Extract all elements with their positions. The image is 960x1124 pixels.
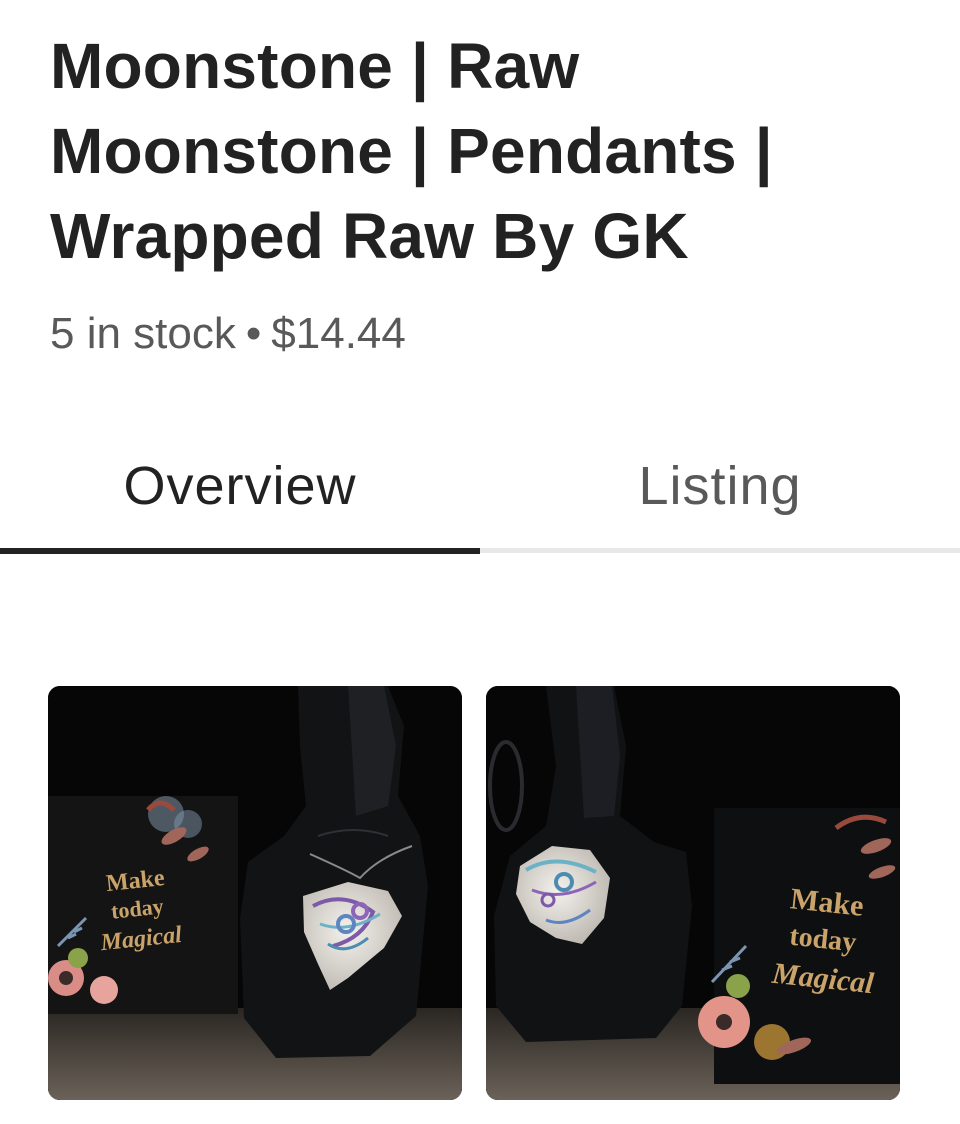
listing-title-line-2: Moonstone | Pendants | xyxy=(50,115,773,187)
tab-active-indicator xyxy=(0,548,480,554)
listing-title: Moonstone | Raw Moonstone | Pendants | W… xyxy=(50,24,910,279)
tab-track xyxy=(480,548,960,553)
listing-title-line-1: Moonstone | Raw xyxy=(50,30,580,102)
pendant-photo-front: Make today Magical xyxy=(48,686,462,1100)
listing-meta: 5 in stock • $14.44 xyxy=(50,308,406,360)
listing-photo-1[interactable]: Make today Magical xyxy=(48,686,462,1100)
listing-photo-2[interactable]: Make today Magical xyxy=(486,686,900,1100)
stock-count: 5 in stock xyxy=(50,309,236,358)
meta-separator: • xyxy=(245,309,262,358)
listing-title-line-3: Wrapped Raw By GK xyxy=(50,200,689,272)
listing-price: $14.44 xyxy=(271,309,406,358)
pendant-photo-side: Make today Magical xyxy=(486,686,900,1100)
tab-listing[interactable]: Listing xyxy=(480,420,960,552)
tab-overview[interactable]: Overview xyxy=(0,420,480,552)
tab-bar: Overview Listing xyxy=(0,420,960,556)
